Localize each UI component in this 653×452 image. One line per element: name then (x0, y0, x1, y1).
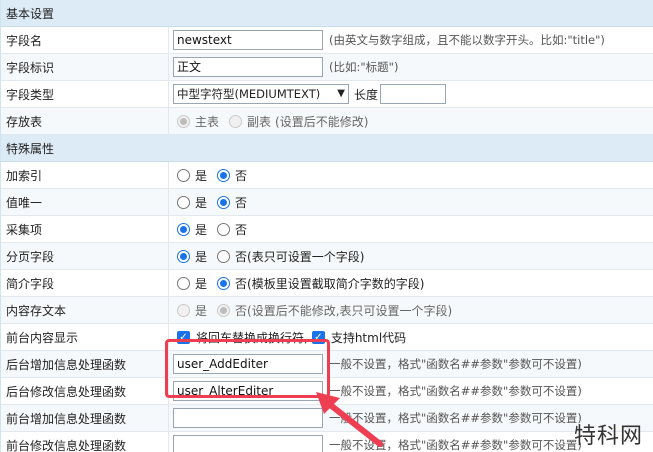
front-edit-func-hint: 一般不设置，格式"函数名##参数"参数可不设置) (329, 438, 582, 452)
content-file-yes-label: 是 (195, 303, 208, 318)
back-add-func-hint: 一般不设置，格式"函数名##参数"参数可不设置) (329, 357, 582, 371)
collect-no-label: 否 (235, 222, 248, 237)
unique-yes-radio[interactable] (177, 195, 190, 209)
index-no-radio[interactable] (217, 168, 231, 182)
newline-checkbox[interactable]: ✓ (177, 330, 190, 344)
index-yes-radio[interactable] (177, 168, 190, 182)
index-yes-label: 是 (195, 168, 208, 183)
content-file-no-radio (217, 303, 231, 317)
row-content-file: 内容存文本 是 否(设置后不能修改,表只可设置一个字段) (1, 297, 653, 324)
index-label: 加索引 (1, 162, 169, 188)
storage-main-radio (177, 114, 190, 128)
front-add-func-label: 前台增加信息处理函数 (1, 405, 169, 431)
field-type-select[interactable]: 中型字符型(MEDIUMTEXT) ▼ (173, 84, 349, 104)
unique-yes-label: 是 (195, 195, 208, 210)
page-field-yes-radio[interactable] (177, 249, 190, 263)
row-storage-table: 存放表 主表 副表 (设置后不能修改) (1, 108, 653, 135)
collect-yes-label: 是 (195, 222, 208, 237)
field-title-input[interactable]: 正文 (173, 57, 323, 77)
row-field-name: 字段名 newstext (由英文与数字组成，且不能以数字开头。比如:"titl… (1, 27, 653, 54)
section-basic-title: 基本设置 (6, 6, 55, 21)
row-intro-field: 简介字段 是 否(模板里设置截取简介字数的字段) (1, 270, 653, 297)
front-add-func-input[interactable] (173, 408, 323, 428)
section-basic-header: 基本设置 (1, 0, 653, 27)
watermark-logo: 特科网 (573, 424, 643, 449)
intro-field-yes-radio[interactable] (177, 276, 190, 290)
storage-hint: (设置后不能修改) (275, 114, 369, 129)
page-field-no-label: 否(表只可设置一个字段) (235, 249, 365, 264)
field-type-selected: 中型字符型(MEDIUMTEXT) (177, 87, 321, 101)
intro-field-no-radio[interactable] (217, 276, 231, 290)
content-file-label: 内容存文本 (1, 297, 169, 323)
row-field-type: 字段类型 中型字符型(MEDIUMTEXT) ▼ 长度 (1, 81, 653, 108)
row-front-display: 前台内容显示 ✓ 将回车替换成换行符, ✓ 支持html代码 (1, 324, 653, 351)
content-file-yes-radio (177, 303, 190, 317)
row-page-field: 分页字段 是 否(表只可设置一个字段) (1, 243, 653, 270)
row-back-edit-func: 后台修改信息处理函数 user_AlterEditer 一般不设置，格式"函数名… (1, 378, 653, 405)
front-add-func-hint: 一般不设置，格式"函数名##参数"参数可不设置) (329, 411, 582, 425)
chevron-down-icon: ▼ (337, 88, 345, 99)
field-name-label: 字段名 (1, 27, 169, 53)
field-title-hint: (比如:"标题") (329, 60, 399, 74)
row-field-title: 字段标识 正文 (比如:"标题") (1, 54, 653, 81)
row-index: 加索引 是 否 (1, 162, 653, 189)
unique-no-label: 否 (235, 195, 248, 210)
field-name-hint: (由英文与数字组成，且不能以数字开头。比如:"title") (329, 33, 605, 47)
section-special-title: 特殊属性 (6, 141, 55, 156)
front-edit-func-label: 前台修改信息处理函数 (1, 432, 169, 452)
page-field-yes-label: 是 (195, 249, 208, 264)
row-back-add-func: 后台增加信息处理函数 user_AddEditer 一般不设置，格式"函数名##… (1, 351, 653, 378)
storage-sub-radio (229, 114, 243, 128)
back-edit-func-label: 后台修改信息处理函数 (1, 378, 169, 404)
field-title-label: 字段标识 (1, 54, 169, 80)
storage-table-label: 存放表 (1, 108, 169, 134)
back-add-func-input[interactable]: user_AddEditer (173, 354, 323, 374)
content-file-no-label: 否(设置后不能修改,表只可设置一个字段) (235, 303, 453, 318)
intro-field-yes-label: 是 (195, 276, 208, 291)
back-edit-func-input[interactable]: user_AlterEditer (173, 381, 323, 401)
field-type-label: 字段类型 (1, 81, 169, 107)
front-display-label: 前台内容显示 (1, 324, 169, 350)
front-edit-func-input[interactable] (173, 435, 323, 452)
page-field-label: 分页字段 (1, 243, 169, 269)
back-add-func-label: 后台增加信息处理函数 (1, 351, 169, 377)
row-front-edit-func: 前台修改信息处理函数 一般不设置，格式"函数名##参数"参数可不设置) (1, 432, 653, 452)
row-front-add-func: 前台增加信息处理函数 一般不设置，格式"函数名##参数"参数可不设置) (1, 405, 653, 432)
section-special-header: 特殊属性 (1, 135, 653, 162)
back-edit-func-hint: 一般不设置，格式"函数名##参数"参数可不设置) (329, 384, 582, 398)
field-name-input[interactable]: newstext (173, 30, 323, 50)
collect-no-radio[interactable] (217, 222, 231, 236)
field-settings-form: 基本设置 字段名 newstext (由英文与数字组成，且不能以数字开头。比如:… (0, 0, 653, 452)
collect-yes-radio[interactable] (177, 222, 190, 236)
storage-sub-label: 副表 (247, 114, 272, 129)
intro-field-label: 简介字段 (1, 270, 169, 296)
collect-label: 采集项 (1, 216, 169, 242)
html-label: 支持html代码 (330, 330, 407, 345)
storage-main-label: 主表 (195, 114, 220, 129)
unique-label: 值唯一 (1, 189, 169, 215)
intro-field-no-label: 否(模板里设置截取简介字数的字段) (235, 276, 425, 291)
row-unique: 值唯一 是 否 (1, 189, 653, 216)
unique-no-radio[interactable] (217, 195, 231, 209)
length-input[interactable] (380, 84, 447, 104)
row-collect: 采集项 是 否 (1, 216, 653, 243)
length-label: 长度 (354, 87, 379, 102)
page-field-no-radio[interactable] (217, 249, 231, 263)
html-checkbox[interactable]: ✓ (311, 330, 325, 344)
index-no-label: 否 (235, 168, 248, 183)
newline-label: 将回车替换成换行符, (196, 330, 308, 345)
